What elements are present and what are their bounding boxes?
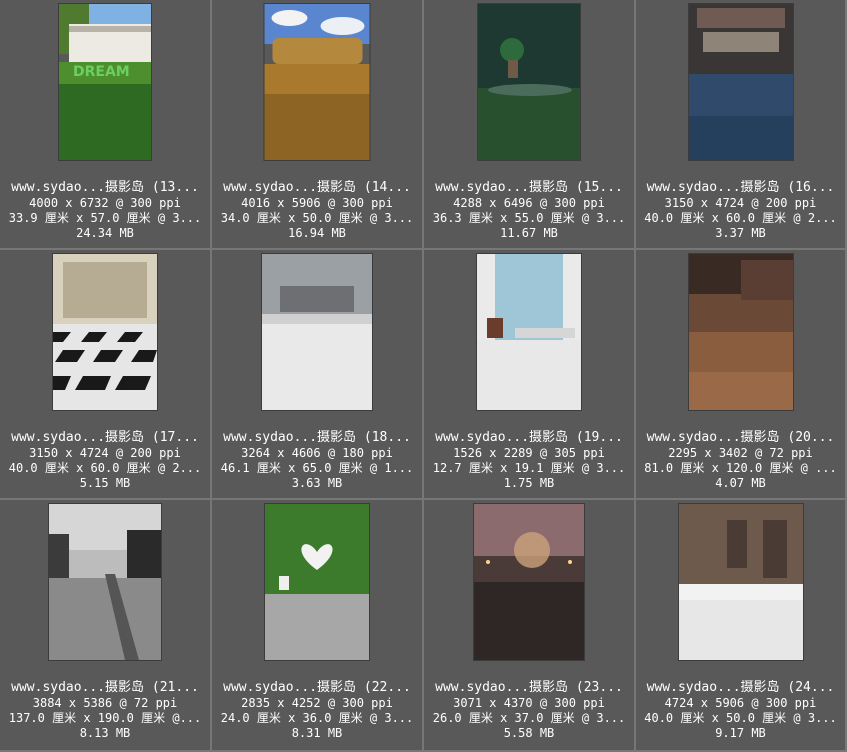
physical-dimensions: 36.3 厘米 x 55.0 厘米 @ 3...: [432, 211, 626, 225]
item-meta: www.sydao...摄影岛 (13... 4000 x 6732 @ 300…: [0, 180, 210, 241]
pixel-dimensions: 3071 x 4370 @ 300 ppi: [453, 696, 605, 710]
item-meta: www.sydao...摄影岛 (22... 2835 x 4252 @ 300…: [212, 680, 422, 741]
physical-dimensions: 12.7 厘米 x 19.1 厘米 @ 3...: [432, 461, 626, 475]
physical-dimensions: 33.9 厘米 x 57.0 厘米 @ 3...: [8, 211, 202, 225]
file-size: 8.31 MB: [291, 726, 343, 740]
file-name: www.sydao...摄影岛 (24...: [646, 680, 835, 695]
physical-dimensions: 34.0 厘米 x 50.0 厘米 @ 3...: [220, 211, 414, 225]
file-size: 16.94 MB: [288, 226, 346, 240]
item-meta: www.sydao...摄影岛 (21... 3884 x 5386 @ 72 …: [0, 680, 210, 741]
file-size: 24.34 MB: [76, 226, 134, 240]
item-meta: www.sydao...摄影岛 (20... 2295 x 3402 @ 72 …: [636, 430, 845, 491]
thumbnail-image: [688, 254, 793, 410]
thumbnail-image: DREAM: [59, 4, 151, 160]
physical-dimensions: 24.0 厘米 x 36.0 厘米 @ 3...: [220, 711, 414, 725]
item-meta: www.sydao...摄影岛 (23... 3071 x 4370 @ 300…: [424, 680, 634, 741]
item-meta: www.sydao...摄影岛 (18... 3264 x 4606 @ 180…: [212, 430, 422, 491]
thumbnail-item[interactable]: www.sydao...摄影岛 (15... 4288 x 6496 @ 300…: [424, 0, 636, 250]
pixel-dimensions: 3150 x 4724 @ 200 ppi: [664, 196, 817, 210]
file-size: 9.17 MB: [715, 726, 766, 740]
thumbnail-item[interactable]: www.sydao...摄影岛 (16... 3150 x 4724 @ 200…: [636, 0, 847, 250]
file-size: 8.13 MB: [79, 726, 131, 740]
thumbnail-item[interactable]: www.sydao...摄影岛 (14... 4016 x 5906 @ 300…: [212, 0, 424, 250]
file-size: 4.07 MB: [715, 476, 766, 490]
thumbnail-item[interactable]: www.sydao...摄影岛 (20... 2295 x 3402 @ 72 …: [636, 250, 847, 500]
file-name: www.sydao...摄影岛 (14...: [223, 180, 411, 195]
thumbnail-image: [678, 504, 803, 660]
svg-text:DREAM: DREAM: [73, 64, 130, 80]
thumbnail-item[interactable]: www.sydao...摄影岛 (19... 1526 x 2289 @ 305…: [424, 250, 636, 500]
file-size: 3.37 MB: [715, 226, 766, 240]
pixel-dimensions: 3150 x 4724 @ 200 ppi: [29, 446, 181, 460]
thumbnail-image: [264, 4, 370, 160]
thumbnail-item[interactable]: www.sydao...摄影岛 (24... 4724 x 5906 @ 300…: [636, 500, 847, 752]
file-name: www.sydao...摄影岛 (23...: [435, 680, 623, 695]
thumbnail-image: [474, 504, 584, 660]
thumbnail-image: [49, 504, 161, 660]
item-meta: www.sydao...摄影岛 (16... 3150 x 4724 @ 200…: [636, 180, 845, 241]
file-size: 5.58 MB: [503, 726, 555, 740]
file-size: 1.75 MB: [503, 476, 555, 490]
thumbnail-item[interactable]: www.sydao...摄影岛 (17... 3150 x 4724 @ 200…: [0, 250, 212, 500]
item-meta: www.sydao...摄影岛 (17... 3150 x 4724 @ 200…: [0, 430, 210, 491]
pixel-dimensions: 4016 x 5906 @ 300 ppi: [241, 196, 393, 210]
pixel-dimensions: 1526 x 2289 @ 305 ppi: [453, 446, 605, 460]
thumbnail-item[interactable]: www.sydao...摄影岛 (21... 3884 x 5386 @ 72 …: [0, 500, 212, 752]
file-name: www.sydao...摄影岛 (17...: [11, 430, 199, 445]
pixel-dimensions: 2835 x 4252 @ 300 ppi: [241, 696, 393, 710]
item-meta: www.sydao...摄影岛 (24... 4724 x 5906 @ 300…: [636, 680, 845, 741]
thumbnail-item[interactable]: www.sydao...摄影岛 (18... 3264 x 4606 @ 180…: [212, 250, 424, 500]
physical-dimensions: 137.0 厘米 x 190.0 厘米 @...: [8, 711, 202, 725]
file-name: www.sydao...摄影岛 (13...: [11, 180, 199, 195]
item-meta: www.sydao...摄影岛 (14... 4016 x 5906 @ 300…: [212, 180, 422, 241]
physical-dimensions: 46.1 厘米 x 65.0 厘米 @ 1...: [220, 461, 414, 475]
file-size: 3.63 MB: [291, 476, 343, 490]
pixel-dimensions: 4000 x 6732 @ 300 ppi: [29, 196, 181, 210]
pixel-dimensions: 4288 x 6496 @ 300 ppi: [453, 196, 605, 210]
file-size: 11.67 MB: [500, 226, 558, 240]
thumbnail-grid: DREAM www.sydao...摄影岛 (13... 4000 x 6732…: [0, 0, 847, 752]
physical-dimensions: 40.0 厘米 x 50.0 厘米 @ 3...: [644, 711, 837, 725]
file-name: www.sydao...摄影岛 (21...: [11, 680, 199, 695]
thumbnail-item[interactable]: www.sydao...摄影岛 (22... 2835 x 4252 @ 300…: [212, 500, 424, 752]
thumbnail-item[interactable]: www.sydao...摄影岛 (23... 3071 x 4370 @ 300…: [424, 500, 636, 752]
file-name: www.sydao...摄影岛 (20...: [646, 430, 835, 445]
item-meta: www.sydao...摄影岛 (19... 1526 x 2289 @ 305…: [424, 430, 634, 491]
physical-dimensions: 81.0 厘米 x 120.0 厘米 @ ...: [644, 461, 837, 475]
physical-dimensions: 40.0 厘米 x 60.0 厘米 @ 2...: [8, 461, 202, 475]
file-name: www.sydao...摄影岛 (15...: [435, 180, 623, 195]
thumbnail-image: [477, 254, 581, 410]
thumbnail-image: [265, 504, 369, 660]
file-name: www.sydao...摄影岛 (18...: [223, 430, 411, 445]
physical-dimensions: 26.0 厘米 x 37.0 厘米 @ 3...: [432, 711, 626, 725]
physical-dimensions: 40.0 厘米 x 60.0 厘米 @ 2...: [644, 211, 837, 225]
file-name: www.sydao...摄影岛 (16...: [646, 180, 835, 195]
thumbnail-image: [478, 4, 580, 160]
pixel-dimensions: 4724 x 5906 @ 300 ppi: [664, 696, 817, 710]
file-size: 5.15 MB: [79, 476, 131, 490]
file-name: www.sydao...摄影岛 (19...: [435, 430, 623, 445]
pixel-dimensions: 2295 x 3402 @ 72 ppi: [668, 446, 813, 460]
pixel-dimensions: 3884 x 5386 @ 72 ppi: [32, 696, 178, 710]
thumbnail-image: [262, 254, 372, 410]
thumbnail-item[interactable]: DREAM www.sydao...摄影岛 (13... 4000 x 6732…: [0, 0, 212, 250]
item-meta: www.sydao...摄影岛 (15... 4288 x 6496 @ 300…: [424, 180, 634, 241]
thumbnail-image: [53, 254, 157, 410]
file-name: www.sydao...摄影岛 (22...: [223, 680, 411, 695]
thumbnail-image: [688, 4, 793, 160]
pixel-dimensions: 3264 x 4606 @ 180 ppi: [241, 446, 393, 460]
